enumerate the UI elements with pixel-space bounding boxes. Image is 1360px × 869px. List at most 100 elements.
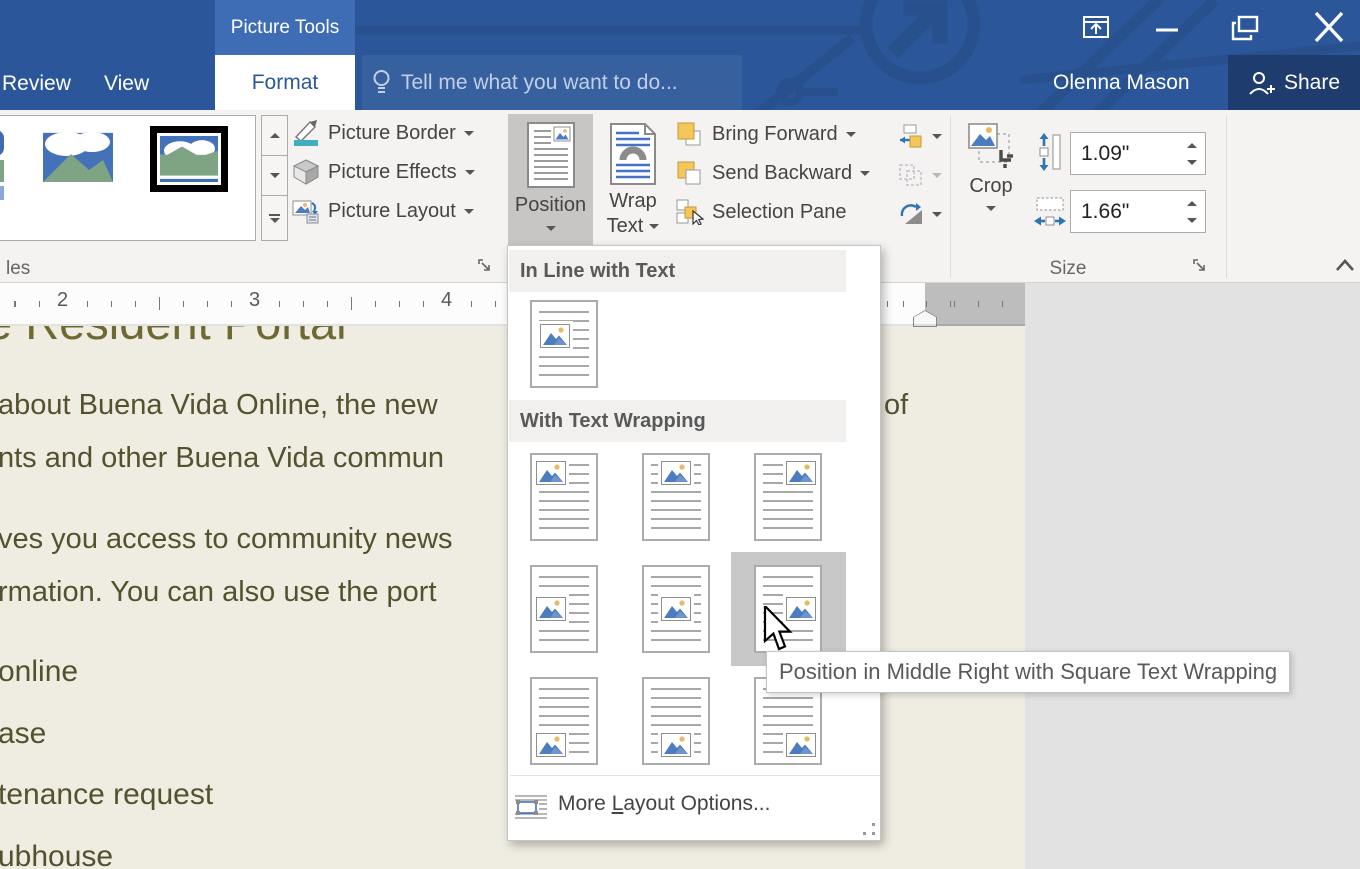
tab-view[interactable]: View [104,72,149,96]
position-option-top-right[interactable] [754,453,822,541]
up-arrow-icon [270,133,280,138]
share-button[interactable]: Share [1228,55,1360,110]
align-icon [898,124,924,148]
send-backward-button[interactable]: Send Backward [676,159,870,187]
style-thumb-partial[interactable] [0,160,4,182]
dropdown-arrow-icon [986,206,996,211]
rotate-icon [898,202,924,226]
picture-effects-icon [292,159,320,185]
close-button[interactable] [1308,8,1350,46]
body-line: about Buena Vida Online, the new [0,389,438,422]
gallery-scroll-up-button[interactable] [261,115,288,156]
section-header-wrap: With Text Wrapping [509,400,846,442]
word-window: Picture Tools Review View Format Tell me… [0,0,1360,869]
selection-pane-button[interactable]: Selection Pane [676,198,847,226]
spin-up-icon[interactable] [1187,143,1197,148]
list-item: ubhouse [0,840,113,869]
picture-effects-button[interactable]: Picture Effects [292,158,475,186]
picture-layout-icon [292,198,320,224]
position-option-middle-left[interactable] [530,565,598,653]
body-line: nts and other Buena Vida commun [0,442,444,475]
position-button[interactable]: Position [508,114,593,246]
group-button[interactable] [898,161,942,189]
dropdown-arrow-icon [464,209,474,214]
size-dialog-launcher[interactable] [1192,258,1209,275]
picture-layout-label: Picture Layout [328,200,456,223]
list-item: ase [0,717,46,751]
ruler-number: 3 [245,289,264,312]
more-layout-options-label: More Layout Options... [558,792,770,816]
ruler-halftick [159,297,160,310]
lightbulb-icon [372,69,391,96]
dropdown-arrow-icon [932,134,942,139]
gallery-scroll-down-button[interactable] [261,155,288,196]
style-thumb-partial[interactable] [0,130,4,156]
list-item: online [0,655,78,689]
picture-layout-button[interactable]: Picture Layout [292,197,474,225]
bring-forward-button[interactable]: Bring Forward [676,120,856,148]
picture-styles-dialog-launcher[interactable] [477,258,494,275]
width-value: 1.66" [1081,200,1129,224]
selection-pane-icon [676,199,704,225]
width-spinner[interactable] [1187,201,1197,223]
position-gallery-menu: In Line with Text With Text Wrapping [507,245,881,841]
spin-down-icon[interactable] [1187,218,1197,223]
collapse-ribbon-button[interactable] [1333,256,1357,276]
image-placeholder-icon [540,324,570,348]
down-arrow-icon [270,173,280,178]
down-arrow-icon [270,218,280,223]
list-item: tenance request [0,778,213,812]
picture-border-icon [292,120,320,146]
position-option-bottom-center[interactable] [642,677,710,765]
style-thumb-soft-edge[interactable] [37,128,119,194]
user-name: Olenna Mason [1053,71,1190,95]
dropdown-arrow-icon [932,173,942,178]
position-option-inline[interactable] [530,300,598,388]
tell-me[interactable]: Tell me what you want to do... [372,55,678,110]
group-icon [898,163,924,187]
position-option-bottom-left[interactable] [530,677,598,765]
more-bar-icon [269,214,280,216]
position-option-top-center[interactable] [642,453,710,541]
spin-down-icon[interactable] [1187,160,1197,165]
wrap-text-icon [609,122,657,186]
ruler-ticks [884,301,924,307]
position-option-middle-center[interactable] [642,565,710,653]
picture-tools-context-label: Picture Tools [215,0,355,55]
group-divider [950,116,951,278]
ruler-number: 2 [53,289,72,312]
height-field[interactable]: 1.09" [1070,132,1206,175]
tab-format[interactable]: Format [215,55,355,110]
body-line-fragment: of [884,389,908,422]
ruler-ticks [925,301,1025,307]
style-thumb-black-frame[interactable] [150,126,228,192]
tab-review[interactable]: Review [2,72,71,96]
height-spinner[interactable] [1187,143,1197,165]
send-backward-icon [676,160,704,186]
minimize-button[interactable] [1150,13,1184,43]
share-label: Share [1284,71,1340,95]
gallery-more-button[interactable] [261,195,288,241]
rotate-button[interactable] [898,200,942,228]
shape-width-icon [1034,195,1066,229]
position-option-top-left[interactable] [530,453,598,541]
style-thumb-partial[interactable] [0,186,4,200]
dropdown-arrow-icon [860,171,870,176]
menu-divider [510,775,880,776]
ribbon-display-options-button[interactable] [1078,13,1114,43]
more-layout-options-item[interactable]: More Layout Options... [508,782,880,834]
spin-up-icon[interactable] [1187,201,1197,206]
picture-styles-gallery [0,115,256,241]
picture-styles-group-label: les [6,258,30,280]
body-line: ves you access to community news [0,523,453,556]
wrap-text-button[interactable]: Wrap Text [597,114,669,246]
align-button[interactable] [898,122,942,150]
width-field[interactable]: 1.66" [1070,190,1206,233]
picture-border-button[interactable]: Picture Border [292,119,474,147]
ruler-number: 4 [437,289,456,312]
crop-button[interactable]: Crop [958,114,1024,246]
shape-height-icon [1036,133,1062,171]
wrap-text-label-2: Text [607,215,644,238]
resize-grip[interactable] [863,823,875,835]
restore-button[interactable] [1228,11,1266,45]
